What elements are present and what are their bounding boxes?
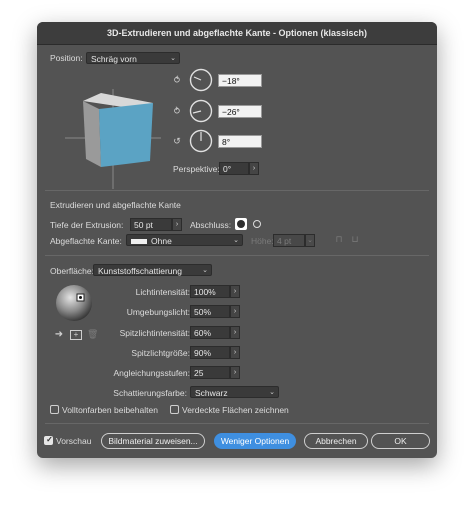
fewer-options-button[interactable]: Weniger Optionen — [214, 433, 296, 449]
section-divider — [45, 255, 429, 256]
shading-color-dropdown[interactable]: Schwarz ⌄ — [190, 386, 279, 398]
draw-hidden-checkbox[interactable] — [170, 405, 179, 414]
ambient-light-label: Umgebungslicht: — [126, 307, 190, 317]
highlight-size-input[interactable]: 90% — [190, 346, 230, 359]
surface-dropdown[interactable]: Kunststoffschattierung ⌄ — [93, 264, 212, 276]
checkmark-icon: ✓ — [46, 435, 53, 444]
cube-front-face — [99, 103, 153, 167]
surface-label: Oberfläche: — [50, 266, 94, 276]
bevel-out-icon: ⊓ — [335, 234, 343, 244]
position-dropdown[interactable]: Schräg vorn ⌄ — [86, 52, 180, 64]
rotate-y-input[interactable]: −26° — [218, 105, 262, 118]
depth-stepper[interactable]: › — [172, 218, 182, 231]
position-label: Position: — [50, 53, 83, 63]
blend-steps-label: Angleichungsstufen: — [113, 368, 190, 378]
dialog-title: 3D-Extrudieren und abgeflachte Kante - O… — [106, 28, 368, 38]
chevron-down-icon: ⌄ — [269, 389, 275, 396]
preview-label: Vorschau — [56, 436, 92, 446]
depth-input[interactable]: 50 pt — [130, 218, 172, 231]
preview-checkbox[interactable]: ✓ — [44, 435, 53, 445]
cap-on-button[interactable] — [235, 218, 247, 230]
section-divider — [45, 190, 429, 191]
surface-value: Kunststoffschattierung — [98, 266, 182, 276]
chevron-down-icon: ⌄ — [233, 237, 239, 244]
light-intensity-stepper[interactable]: › — [230, 285, 240, 298]
draw-hidden-label: Verdeckte Flächen zeichnen — [182, 405, 289, 415]
height-label: Höhe: — [251, 236, 274, 246]
ambient-light-input[interactable]: 50% — [190, 305, 230, 318]
title-bar: 3D-Extrudieren und abgeflachte Kante - O… — [37, 22, 437, 45]
position-value: Schräg vorn — [91, 54, 137, 64]
highlight-intensity-label: Spitzlichtintensität: — [119, 328, 190, 338]
highlight-intensity-stepper[interactable]: › — [230, 326, 240, 339]
blend-steps-stepper[interactable]: › — [230, 366, 240, 379]
rotate-x-icon: ⥀ — [173, 75, 181, 85]
light-intensity-label: Lichtintensität: — [135, 287, 190, 297]
highlight-size-stepper[interactable]: › — [230, 346, 240, 359]
cube-left-face — [83, 101, 101, 167]
perspective-stepper[interactable]: › — [249, 162, 259, 175]
cap-off-button[interactable] — [251, 218, 263, 230]
rotate-z-input[interactable]: 8° — [218, 135, 262, 148]
map-art-button[interactable]: Bildmaterial zuweisen... — [101, 433, 205, 449]
ok-button[interactable]: OK — [371, 433, 430, 449]
bevel-dropdown[interactable]: Ohne ⌄ — [126, 234, 243, 246]
bevel-label: Abgeflachte Kante: — [50, 236, 122, 246]
shading-color-value: Schwarz — [195, 388, 228, 398]
rotate-z-dial[interactable] — [189, 129, 213, 153]
perspective-input[interactable]: 0° — [219, 162, 249, 175]
bevel-swatch — [131, 239, 147, 245]
section-divider — [45, 423, 429, 424]
delete-light-icon: 🗑 — [87, 329, 99, 339]
perspective-label: Perspektive: — [173, 164, 220, 174]
rotate-y-dial[interactable] — [189, 99, 213, 123]
preserve-spot-label: Volltonfarben beibehalten — [62, 405, 158, 415]
height-input: 4 pt — [273, 234, 305, 247]
rotate-z-icon: ↺ — [173, 136, 181, 146]
dialog: 3D-Extrudieren und abgeflachte Kante - O… — [37, 22, 437, 458]
preserve-spot-checkbox[interactable] — [50, 405, 59, 414]
height-stepper: ⌄ — [305, 234, 315, 247]
cube-preview[interactable] — [65, 89, 161, 189]
cap-on-icon — [237, 220, 245, 228]
light-sphere[interactable] — [55, 284, 93, 322]
cap-label: Abschluss: — [190, 220, 232, 230]
rotate-y-icon: ⥁ — [173, 106, 181, 116]
chevron-down-icon: ⌄ — [170, 55, 176, 62]
light-intensity-input[interactable]: 100% — [190, 285, 230, 298]
bevel-in-icon: ⊔ — [351, 234, 359, 244]
rotate-x-dial[interactable] — [189, 68, 213, 92]
blend-steps-input[interactable]: 25 — [190, 366, 230, 379]
shading-color-label: Schattierungsfarbe: — [113, 388, 187, 398]
move-light-back-icon[interactable]: ➜ — [53, 330, 65, 340]
chevron-down-icon: ⌄ — [202, 267, 208, 274]
depth-label: Tiefe der Extrusion: — [50, 220, 124, 230]
highlight-intensity-input[interactable]: 60% — [190, 326, 230, 339]
extrude-section-title: Extrudieren und abgeflachte Kante — [50, 200, 181, 210]
cap-off-icon — [253, 220, 261, 228]
cancel-button[interactable]: Abbrechen — [304, 433, 368, 449]
bevel-value: Ohne — [151, 236, 172, 246]
highlight-size-label: Spitzlichtgröße: — [131, 348, 190, 358]
ambient-light-stepper[interactable]: › — [230, 305, 240, 318]
rotate-x-input[interactable]: −18° — [218, 74, 262, 87]
new-light-icon[interactable]: + — [70, 330, 82, 340]
